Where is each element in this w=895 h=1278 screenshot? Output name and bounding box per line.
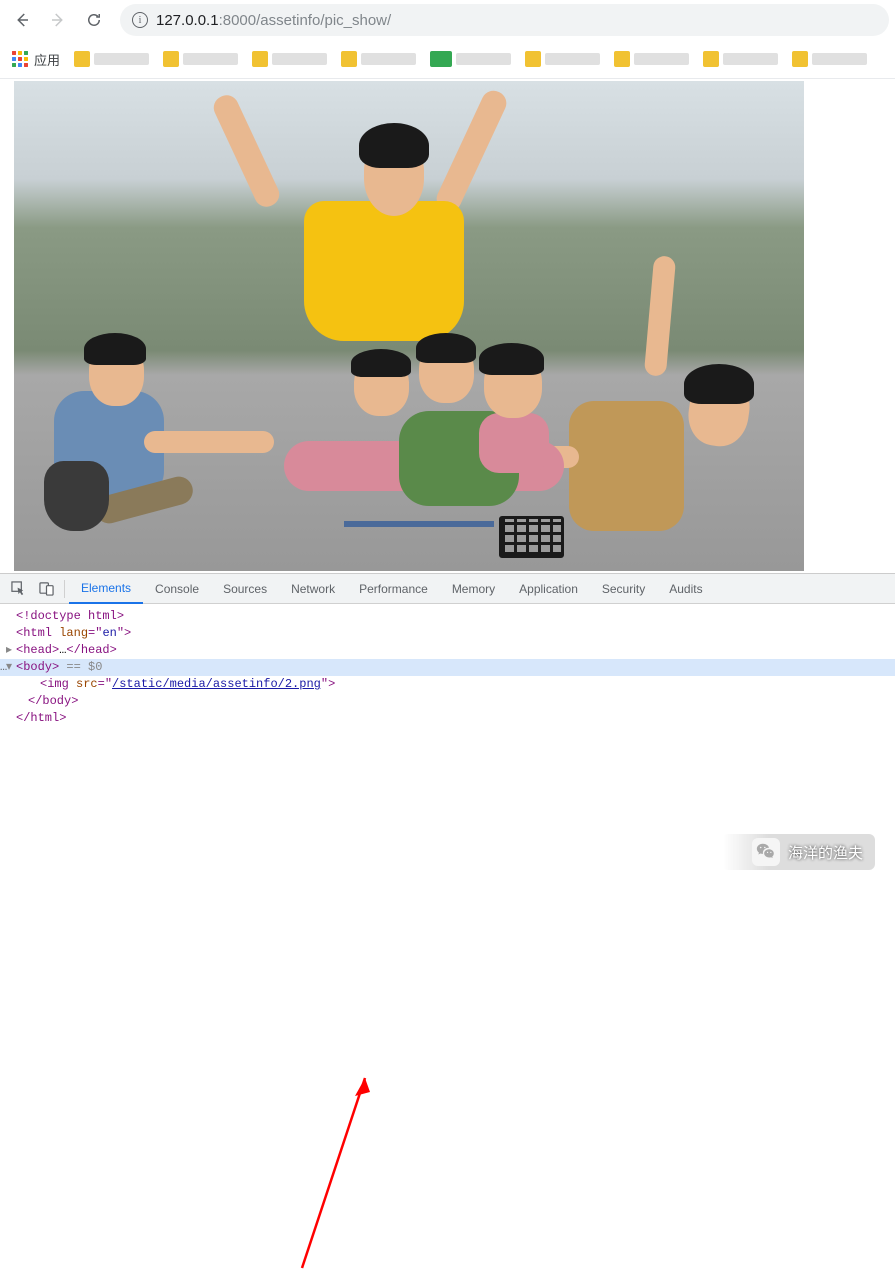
tab-sources[interactable]: Sources [211, 574, 279, 604]
watermark: 海洋的渔夫 [722, 834, 875, 870]
url-path: /assetinfo/pic_show/ [256, 12, 391, 29]
reload-button[interactable] [78, 4, 110, 36]
bookmark-item[interactable] [703, 49, 778, 69]
tab-memory[interactable]: Memory [440, 574, 507, 604]
bookmark-item[interactable] [74, 49, 149, 69]
device-icon [39, 581, 54, 596]
bookmark-item[interactable] [252, 49, 327, 69]
tab-network[interactable]: Network [279, 574, 347, 604]
bookmark-item[interactable] [430, 49, 511, 69]
code-line[interactable]: </html> [0, 710, 895, 727]
code-line[interactable]: <html lang="en"> [0, 625, 895, 642]
code-line-selected[interactable]: …▾<body> == $0 [0, 659, 895, 676]
bookmark-item[interactable] [792, 49, 867, 69]
inspect-element-button[interactable] [4, 575, 32, 603]
code-line[interactable]: <img src="/static/media/assetinfo/2.png"… [0, 676, 895, 693]
apps-grid-icon [12, 51, 28, 67]
url-port: :8000 [219, 12, 257, 29]
device-toggle-button[interactable] [32, 575, 60, 603]
back-button[interactable] [6, 4, 38, 36]
code-line[interactable]: </body> [0, 693, 895, 710]
tab-performance[interactable]: Performance [347, 574, 440, 604]
code-line[interactable]: ▸<head>…</head> [0, 642, 895, 659]
apps-button[interactable]: 应用 [12, 50, 60, 69]
watermark-text: 海洋的渔夫 [788, 842, 863, 863]
elements-tree[interactable]: <!doctype html> <html lang="en"> ▸<head>… [0, 604, 895, 727]
inspect-icon [11, 581, 26, 596]
wechat-icon [752, 838, 780, 866]
devtools-tabs: Elements Console Sources Network Perform… [0, 574, 895, 604]
bookmark-item[interactable] [525, 49, 600, 69]
address-bar[interactable]: i 127.0.0.1:8000/assetinfo/pic_show/ [120, 4, 889, 36]
arrow-left-icon [13, 11, 31, 29]
url-text: 127.0.0.1:8000/assetinfo/pic_show/ [156, 12, 391, 29]
tab-audits[interactable]: Audits [657, 574, 714, 604]
tab-security[interactable]: Security [590, 574, 657, 604]
bookmark-item[interactable] [163, 49, 238, 69]
tab-application[interactable]: Application [507, 574, 590, 604]
tab-console[interactable]: Console [143, 574, 211, 604]
forward-button[interactable] [42, 4, 74, 36]
bookmark-item[interactable] [614, 49, 689, 69]
apps-label: 应用 [34, 50, 60, 69]
bookmarks-bar: 应用 [0, 40, 895, 78]
reload-icon [85, 11, 103, 29]
browser-toolbar: i 127.0.0.1:8000/assetinfo/pic_show/ [0, 0, 895, 40]
page-image [14, 81, 804, 571]
url-host: 127.0.0.1 [156, 12, 219, 29]
tab-elements[interactable]: Elements [69, 574, 143, 604]
page-content [0, 78, 895, 573]
code-line[interactable]: <!doctype html> [0, 608, 895, 625]
arrow-right-icon [49, 11, 67, 29]
devtools-panel: Elements Console Sources Network Perform… [0, 573, 895, 870]
site-info-icon[interactable]: i [132, 12, 148, 28]
bookmark-item[interactable] [341, 49, 416, 69]
